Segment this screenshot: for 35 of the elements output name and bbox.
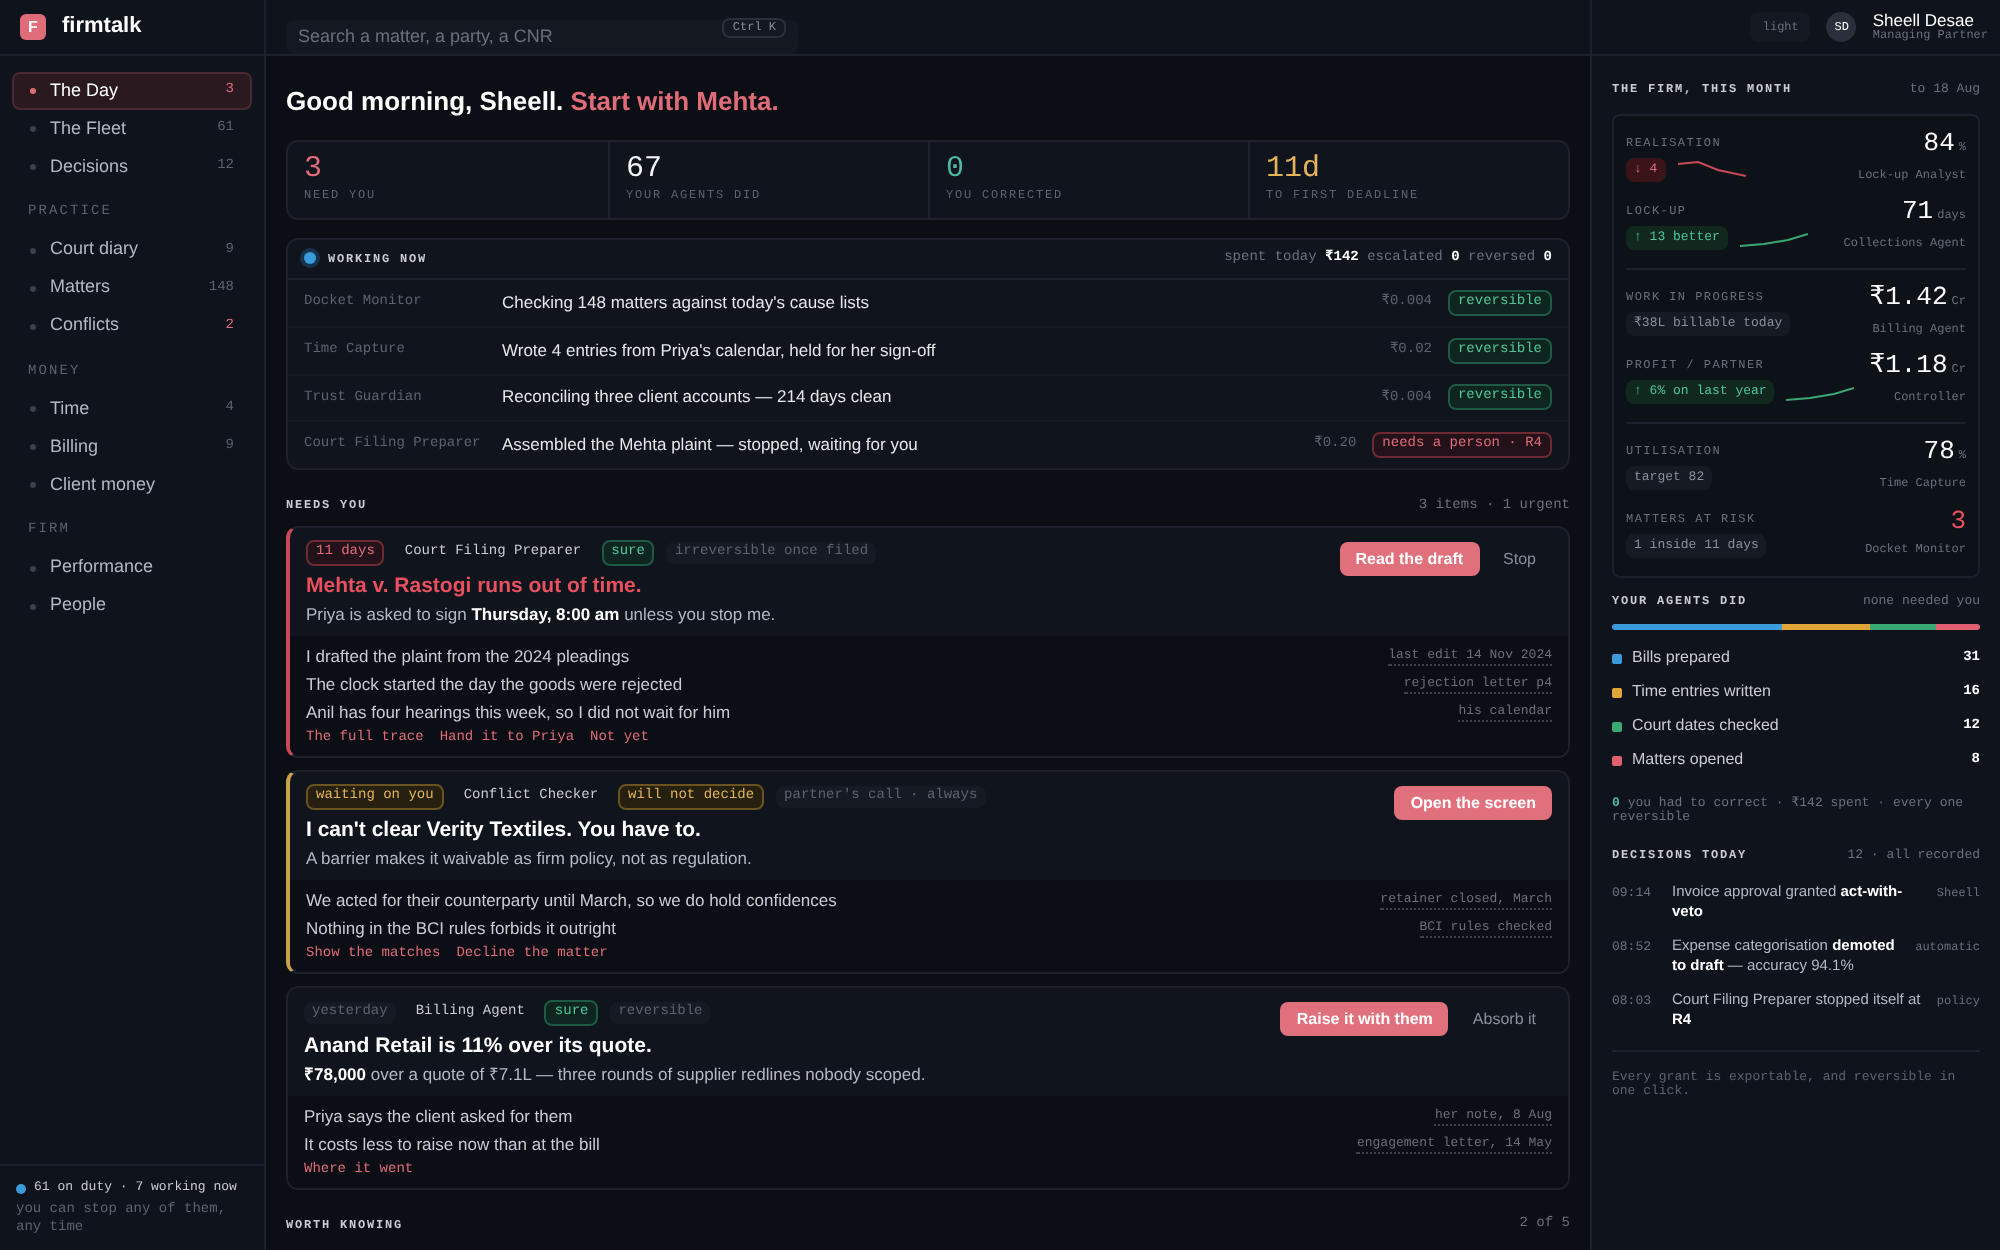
request-title: Mehta v. Rastogi runs out of time. — [306, 574, 644, 600]
request-subtitle: A barrier makes it waivable as firm policy, not as regulation. — [306, 848, 754, 870]
activity-label: Court dates checked — [1632, 714, 1781, 738]
sidebar-item[interactable]: People — [12, 587, 252, 625]
reason-text: Priya says the client asked for them — [304, 1103, 573, 1129]
metric-value: 3 — [1950, 508, 1966, 537]
reason-text: Nothing in the BCI rules forbids it outright — [306, 915, 616, 941]
user-name: Sheell Desae — [1872, 11, 1976, 29]
logo-icon: F — [20, 14, 46, 40]
secondary-button[interactable]: Absorb it — [1456, 1002, 1552, 1036]
secondary-button[interactable]: Stop — [1487, 542, 1552, 576]
activity-label: Matters opened — [1632, 748, 1746, 772]
sidebar-item[interactable]: Performance — [12, 549, 252, 587]
stat-value: 67 — [626, 154, 665, 186]
reason-text: I drafted the plaint from the 2024 pleadings — [306, 643, 630, 669]
task-text: Assembled the Mehta plaint — stopped, waiting for you — [502, 431, 920, 458]
stat-value: 0 — [946, 154, 967, 186]
request-title: I can't clear Verity Textiles. You have to. — [306, 818, 703, 844]
reason-text: It costs less to raise now than at the bill — [304, 1131, 600, 1157]
reason-text: We acted for their counterparty until March, so we do hold confidences — [306, 887, 837, 913]
request-subtitle: ₹78,000 over a quote of ₹7.1L — three rounds of supplier redlines nobody scoped. — [304, 1064, 928, 1086]
stat-value: 3 — [304, 154, 325, 186]
activity-label: Bills prepared — [1632, 646, 1732, 670]
sidebar-item[interactable]: Client money — [12, 466, 252, 504]
request-subtitle: Priya is asked to sign Thursday, 8:00 am unless you stop me. — [306, 604, 778, 626]
stat-value: 11d — [1266, 154, 1323, 186]
task-text: Reconciling three client accounts — 214 days clean — [502, 384, 894, 411]
activity-label: Time entries written — [1632, 680, 1773, 704]
task-text: Checking 148 matters against today's cause lists — [502, 289, 872, 316]
reason-text: Anil has four hearings this week, so I did not wait for him — [306, 699, 731, 725]
app-name: firmtalk — [62, 12, 142, 43]
request-title: Anand Retail is 11% over its quote. — [304, 1034, 654, 1060]
greeting: Good morning, Sheell. Start with Mehta. — [286, 84, 781, 120]
task-text: Wrote 4 entries from Priya's calendar, held for her sign-off — [502, 337, 938, 364]
reason-text: The clock started the day the goods were rejected — [306, 671, 683, 697]
